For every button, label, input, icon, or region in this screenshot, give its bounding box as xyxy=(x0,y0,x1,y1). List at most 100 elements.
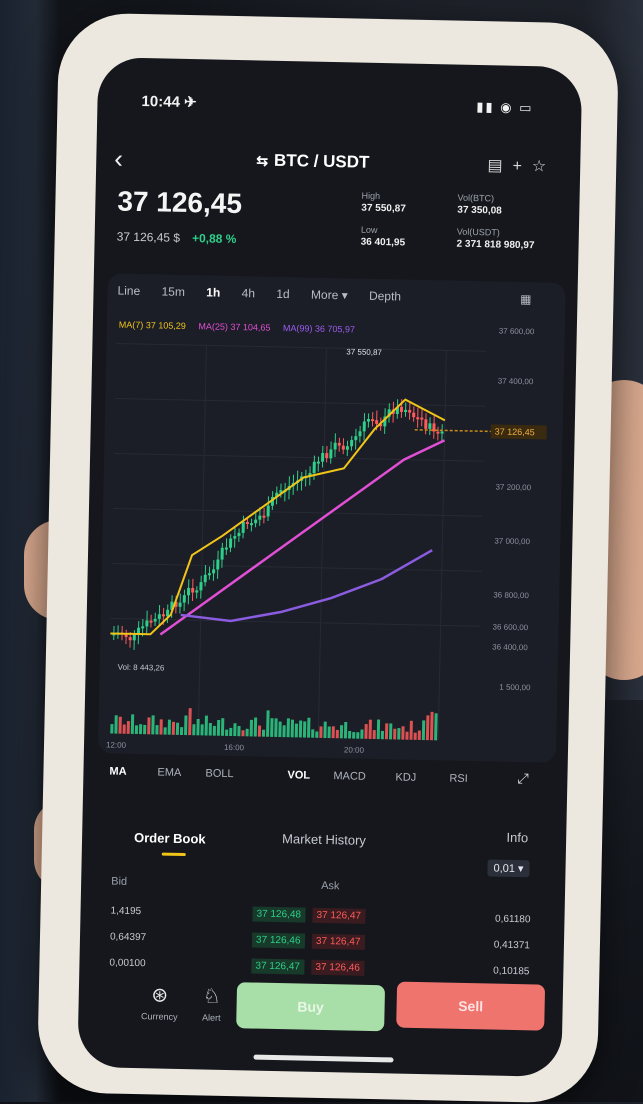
volume-bar xyxy=(307,718,310,738)
status-signal-icons: ▮▮ ◉ ▭ xyxy=(476,99,533,116)
candle-body xyxy=(346,446,349,450)
volume-bar xyxy=(241,730,244,736)
ask-qty: 0,10185 xyxy=(493,966,529,978)
chart-settings-icon[interactable]: ▦ xyxy=(520,292,532,306)
currency-button[interactable]: ⊛ Currency xyxy=(134,982,185,1022)
vol-label: Vol: 8 443,26 xyxy=(118,663,165,673)
ind-macd[interactable]: MACD xyxy=(333,770,366,783)
plus-icon[interactable]: + xyxy=(512,158,532,175)
calendar-icon[interactable]: ▤ xyxy=(487,157,512,175)
stat-high: High37 550,87 xyxy=(361,191,451,216)
candle-body xyxy=(141,626,144,628)
tab-info[interactable]: Info xyxy=(506,830,528,845)
volume-bar xyxy=(389,723,392,739)
volume-bar xyxy=(233,723,236,736)
tab-line[interactable]: Line xyxy=(117,284,140,298)
volume-bar xyxy=(332,726,335,738)
volume-bar xyxy=(410,721,413,740)
back-chevron-icon[interactable]: ‹ xyxy=(114,143,123,174)
x-axis-labels: 12:00 16:00 20:00 xyxy=(106,740,365,754)
ind-rsi[interactable]: RSI xyxy=(449,773,468,785)
volume-bar xyxy=(180,727,183,735)
volume-bar xyxy=(164,727,167,734)
candle-body xyxy=(354,436,357,440)
ind-ma[interactable]: MA xyxy=(109,765,126,777)
pair-title[interactable]: ⇆BTC / USDT xyxy=(256,150,370,172)
volume-bar xyxy=(147,717,150,734)
volume-bar xyxy=(393,729,396,740)
x-tick: 12:00 xyxy=(106,740,127,749)
tab-more[interactable]: More ▾ xyxy=(311,288,348,303)
bid-header: Bid xyxy=(111,876,127,888)
candle-body xyxy=(212,569,215,573)
candle-body xyxy=(441,431,444,433)
volume-bar xyxy=(287,718,290,737)
stat-value: 37 350,08 xyxy=(457,205,547,218)
volume-bar xyxy=(262,730,265,737)
alert-button[interactable]: ♘ Alert xyxy=(186,983,237,1023)
order-book-tabs: Order Book Market History Info 0,01 ▾ xyxy=(82,813,567,863)
top-nav: ‹ ⇆BTC / USDT ▤+☆ xyxy=(96,139,581,189)
volume-bar xyxy=(192,724,195,735)
volume-bar xyxy=(356,732,359,738)
stat-label: High xyxy=(361,191,380,201)
candle-body xyxy=(408,410,411,413)
candle-body xyxy=(129,637,132,640)
pair-label: BTC / USDT xyxy=(274,151,370,172)
volume-bar xyxy=(184,715,187,735)
home-indicator[interactable] xyxy=(253,1055,393,1063)
candlestick-chart[interactable]: 37 126,45 37 550,87 Vol: 8 443,26 37 600… xyxy=(98,313,565,762)
tab-1h[interactable]: 1h xyxy=(206,285,220,299)
ask-price: 37 126,47 xyxy=(312,934,365,950)
ind-kdj[interactable]: KDJ xyxy=(395,771,416,783)
candle-body xyxy=(262,516,265,518)
star-icon[interactable]: ☆ xyxy=(532,158,557,176)
volume-bar xyxy=(110,724,113,733)
x-tick: 16:00 xyxy=(224,743,245,752)
volume-bar xyxy=(430,712,434,740)
volume-bar xyxy=(213,726,216,736)
ind-boll[interactable]: BOLL xyxy=(205,767,233,780)
tab-1d[interactable]: 1d xyxy=(276,287,290,301)
volume-bar xyxy=(336,730,339,738)
buy-button[interactable]: Buy xyxy=(236,982,385,1031)
tab-order-book[interactable]: Order Book xyxy=(134,830,206,846)
bid-price: 37 126,48 xyxy=(252,906,305,922)
y-tick: 37 200,00 xyxy=(495,482,531,492)
change-percent: +0,88 % xyxy=(192,231,237,246)
volume-bar xyxy=(205,716,208,736)
volume-bar xyxy=(381,731,384,739)
volume-bar xyxy=(196,719,199,735)
candle-body xyxy=(375,420,378,424)
phone-screen: 10:44 ✈ ▮▮ ◉ ▭ ‹ ⇆BTC / USDT ▤+☆ 37 126,… xyxy=(77,57,582,1077)
stat-label: Low xyxy=(361,225,378,235)
candle-body xyxy=(313,462,316,473)
candle-body xyxy=(412,413,415,418)
fullscreen-icon[interactable]: ⤢ xyxy=(517,770,529,787)
candle-body xyxy=(154,619,157,622)
volume-bar xyxy=(151,715,154,734)
volume-bar xyxy=(418,731,421,740)
precision-select[interactable]: 0,01 ▾ xyxy=(487,859,529,877)
tab-15m[interactable]: 15m xyxy=(161,284,185,298)
volume-bars xyxy=(110,705,437,740)
currency-icon: ⊛ xyxy=(135,982,186,1008)
sell-button[interactable]: Sell xyxy=(396,982,545,1031)
tab-market-history[interactable]: Market History xyxy=(282,831,366,848)
volume-bar xyxy=(209,723,212,736)
volume-bar xyxy=(246,729,249,737)
candle-body xyxy=(195,590,198,592)
timeframe-tabs: Line 15m 1h 4h 1d More ▾ Depth ▦ xyxy=(117,284,557,317)
candle-body xyxy=(420,418,423,420)
volume-bar xyxy=(397,728,400,740)
ind-ema[interactable]: EMA xyxy=(157,766,181,778)
tab-4h[interactable]: 4h xyxy=(241,286,255,300)
volume-bar xyxy=(303,721,306,737)
ask-price: 37 126,47 xyxy=(312,908,365,924)
volume-bar xyxy=(172,722,175,735)
tab-depth[interactable]: Depth xyxy=(369,289,401,304)
ind-vol[interactable]: VOL xyxy=(287,769,310,781)
volume-bar xyxy=(254,717,257,736)
volume-bar xyxy=(221,718,224,736)
ask-qty: 0,61180 xyxy=(495,914,531,926)
